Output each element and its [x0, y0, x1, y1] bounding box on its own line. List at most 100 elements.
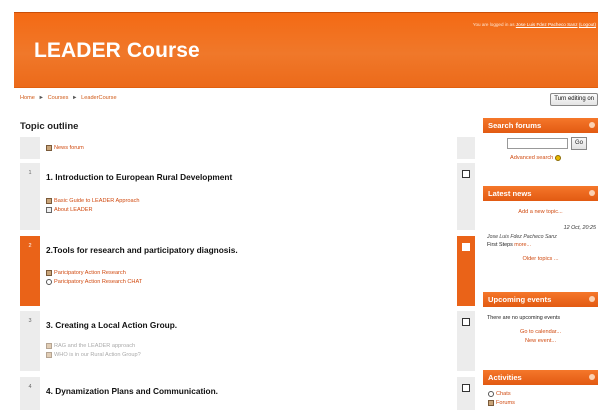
activity-label: WHO is in our Rural Action Group? — [54, 352, 141, 358]
block-body: Chats Forums — [483, 385, 598, 410]
latest-news-block: Latest news Add a new topic... 12 Oct, 2… — [483, 186, 598, 271]
search-input[interactable] — [507, 138, 568, 149]
activity-participatory-chat[interactable]: Paricipatory Action Research CHAT — [46, 279, 142, 285]
no-events-text: There are no upcoming events — [487, 315, 561, 321]
breadcrumb-separator: ► — [38, 95, 45, 101]
activity-rag-leader[interactable]: RAG and the LEADER approach — [46, 343, 135, 349]
more-link[interactable]: more... — [514, 242, 531, 248]
search-forums-block: Search forums Go Advanced search — [483, 118, 598, 173]
show-only-section-checkbox[interactable] — [462, 170, 470, 178]
activity-label: Basic Guide to LEADER Approach — [54, 198, 140, 204]
section-side: 2 — [20, 236, 40, 306]
course-title: LEADER Course — [34, 39, 200, 62]
section-side: 1 — [20, 163, 40, 230]
block-header: Search forums — [483, 118, 598, 133]
show-only-section-checkbox[interactable] — [462, 318, 470, 326]
section-number: 2 — [28, 243, 32, 249]
news-item: First Steps more... — [487, 242, 531, 248]
section-content: 2.Tools for research and participatory d… — [40, 236, 457, 306]
block-body: There are no upcoming events Go to calen… — [483, 307, 598, 357]
activity-label: Chats — [496, 391, 511, 397]
block-title: Upcoming events — [488, 295, 552, 304]
section-title: 1. Introduction to European Rural Develo… — [46, 172, 233, 182]
go-to-calendar-link[interactable]: Go to calendar... — [483, 329, 598, 335]
block-header: Activities — [483, 370, 598, 385]
breadcrumb-course: LeaderCourse — [81, 95, 117, 101]
section-side — [20, 137, 40, 159]
upcoming-events-block: Upcoming events There are no upcoming ev… — [483, 292, 598, 357]
activity-about-leader[interactable]: About LEADER — [46, 207, 93, 213]
forum-icon — [46, 145, 52, 151]
news-subject: First Steps — [487, 242, 513, 248]
section-content: 1. Introduction to European Rural Develo… — [40, 163, 457, 230]
site-header: You are logged in as Jose Luis Fdez Pach… — [14, 12, 598, 88]
activity-label: Paricipatory Action Research — [54, 270, 126, 276]
go-button[interactable]: Go — [571, 137, 587, 150]
block-title: Search forums — [488, 121, 542, 130]
breadcrumb-home[interactable]: Home — [20, 95, 35, 101]
login-prefix: You are logged in as — [472, 22, 515, 27]
section-side: 3 — [20, 311, 40, 371]
activity-chats-link[interactable]: Chats — [488, 391, 511, 397]
section-content: 4. Dynamization Plans and Communication. — [40, 377, 457, 410]
show-only-section-checkbox[interactable] — [462, 384, 470, 392]
topic-outline-heading: Topic outline — [20, 121, 79, 132]
resource-icon — [46, 198, 52, 204]
login-info: You are logged in as Jose Luis Fdez Pach… — [473, 22, 596, 27]
new-event-link[interactable]: New event... — [483, 338, 598, 344]
resource-icon — [46, 270, 52, 276]
section-side — [457, 236, 475, 306]
section-side: 4 — [20, 377, 40, 410]
section-title: 2.Tools for research and participatory d… — [46, 245, 238, 255]
main-content: Topic outline News forum 1 1. Introducti… — [14, 112, 475, 410]
hide-block-icon[interactable] — [589, 190, 595, 196]
section-number: 1 — [28, 170, 32, 176]
chat-icon — [488, 391, 494, 397]
topic-section-3: 3 3. Creating a Local Action Group. RAG … — [20, 311, 475, 371]
topic-section-1: 1 1. Introduction to European Rural Deve… — [20, 163, 475, 230]
turn-editing-button[interactable]: Turn editing on — [550, 93, 598, 106]
advanced-search-link[interactable]: Advanced search — [510, 155, 562, 161]
topic-section-4: 4 4. Dynamization Plans and Communicatio… — [20, 377, 475, 410]
block-header: Upcoming events — [483, 292, 598, 307]
activity-label: Paricipatory Action Research CHAT — [54, 279, 143, 285]
section-number: 4 — [28, 384, 32, 390]
section-number: 3 — [28, 318, 32, 324]
news-author: Jose Luis Fdez Pacheco Sanz — [487, 234, 557, 240]
page-icon — [46, 207, 52, 213]
block-title: Latest news — [488, 189, 532, 198]
activity-news-forum[interactable]: News forum — [46, 145, 84, 151]
breadcrumb-courses[interactable]: Courses — [48, 95, 69, 101]
chat-icon — [46, 279, 52, 285]
forum-icon — [488, 400, 494, 406]
activity-basic-guide[interactable]: Basic Guide to LEADER Approach — [46, 198, 140, 204]
advanced-search-label: Advanced search — [510, 155, 554, 161]
hide-block-icon[interactable] — [589, 296, 595, 302]
help-icon[interactable] — [555, 155, 562, 161]
activity-participatory-research[interactable]: Paricipatory Action Research — [46, 270, 126, 276]
section-side — [457, 377, 475, 410]
topic-section-2: 2 2.Tools for research and participatory… — [20, 236, 475, 306]
login-user-link[interactable]: Jose Luis Fdez Pacheco Sanz — [516, 22, 578, 27]
activity-label: News forum — [54, 145, 84, 151]
activity-forums-link[interactable]: Forums — [488, 400, 515, 406]
right-sidebar: Search forums Go Advanced search Latest … — [483, 112, 598, 410]
show-only-section-checkbox[interactable] — [462, 243, 470, 251]
older-topics-link[interactable]: Older topics ... — [483, 256, 598, 262]
section-side — [457, 163, 475, 230]
block-body: Add a new topic... 12 Oct, 20:25 Jose Lu… — [483, 201, 598, 271]
activities-block: Activities Chats Forums — [483, 370, 598, 410]
breadcrumb-separator: ► — [72, 95, 78, 101]
hide-block-icon[interactable] — [589, 122, 595, 128]
section-title: 3. Creating a Local Action Group. — [46, 320, 178, 330]
section-side — [457, 137, 475, 159]
navbar: Home ► Courses ► LeaderCourse Turn editi… — [14, 88, 598, 112]
hide-block-icon[interactable] — [589, 374, 595, 380]
add-topic-link[interactable]: Add a new topic... — [483, 209, 598, 215]
section-side — [457, 311, 475, 371]
activity-who-rag[interactable]: WHO is in our Rural Action Group? — [46, 352, 141, 358]
logout-link[interactable]: (Logout) — [579, 22, 596, 27]
section-content: News forum — [40, 137, 457, 159]
resource-icon — [46, 352, 52, 358]
section-content: 3. Creating a Local Action Group. RAG an… — [40, 311, 457, 371]
